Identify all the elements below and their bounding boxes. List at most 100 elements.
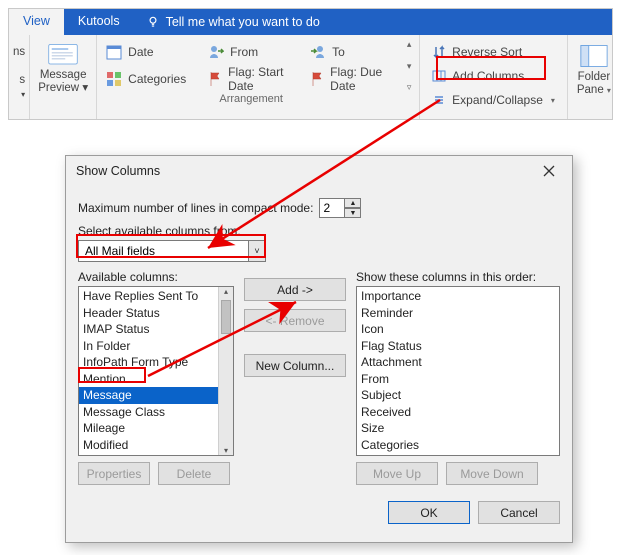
truncated-group-left: ns s ▾	[9, 35, 30, 119]
max-lines-spinner[interactable]: ▲▼	[319, 198, 361, 218]
show-item[interactable]: Importance	[357, 288, 559, 305]
trunc-text-2: s	[19, 74, 25, 86]
ribbon: View Kutools Tell me what you want to do…	[8, 8, 613, 120]
arrange-from[interactable]: From	[203, 39, 303, 64]
ok-button[interactable]: OK	[388, 501, 470, 524]
max-lines-input[interactable]	[319, 198, 345, 218]
available-item[interactable]: In Folder	[79, 338, 233, 355]
folder-pane-label: FolderPane ▾	[577, 71, 611, 97]
spin-down[interactable]: ▼	[345, 208, 361, 218]
add-button[interactable]: Add ->	[244, 278, 346, 301]
show-item[interactable]: Subject	[357, 387, 559, 404]
combo-drop-button[interactable]: ˅	[248, 240, 266, 262]
available-item[interactable]: Mileage	[79, 420, 233, 437]
close-icon	[543, 165, 555, 177]
calendar-icon	[106, 44, 122, 60]
show-item[interactable]: Reminder	[357, 305, 559, 322]
tab-bar: View Kutools Tell me what you want to do	[9, 9, 612, 35]
reverse-sort-button[interactable]: Reverse Sort	[428, 41, 559, 63]
flag-icon	[310, 71, 324, 87]
available-listbox[interactable]: Have Replies Sent ToHeader StatusIMAP St…	[78, 286, 234, 456]
available-item[interactable]: Mention	[79, 371, 233, 388]
arrangement-group-label: Arrangement	[219, 91, 283, 105]
available-item[interactable]: Offline Status	[79, 453, 233, 456]
arrangement-extra: Reverse Sort Add Columns Expand/Collapse…	[420, 35, 568, 119]
reverse-sort-label: Reverse Sort	[452, 45, 522, 59]
reverse-sort-icon	[432, 45, 446, 59]
dialog-titlebar: Show Columns	[66, 156, 572, 186]
close-button[interactable]	[534, 160, 564, 182]
expand-collapse-button[interactable]: Expand/Collapse▾	[428, 89, 559, 111]
show-item[interactable]: Size	[357, 420, 559, 437]
cancel-button[interactable]: Cancel	[478, 501, 560, 524]
show-item[interactable]: Categories	[357, 437, 559, 454]
message-preview-group: MessagePreview ▾	[30, 35, 97, 119]
remove-button[interactable]: <- Remove	[244, 309, 346, 332]
trunc-text-1: ns	[13, 46, 25, 58]
arrange-categories-label: Categories	[128, 72, 186, 86]
arrange-categories[interactable]: Categories	[101, 66, 201, 91]
show-item[interactable]: Icon	[357, 321, 559, 338]
flag-icon	[208, 71, 222, 87]
max-lines-label: Maximum number of lines in compact mode:	[78, 201, 313, 215]
arrange-flag-start[interactable]: Flag: Start Date	[203, 66, 303, 91]
folder-pane-icon	[580, 43, 608, 69]
select-from-value[interactable]	[78, 240, 248, 262]
arrange-flag-due-label: Flag: Due Date	[330, 65, 396, 93]
categories-icon	[106, 71, 122, 87]
available-item[interactable]: Have Replies Sent To	[79, 288, 233, 305]
move-down-button[interactable]: Move Down	[446, 462, 538, 485]
arrange-from-label: From	[230, 45, 258, 59]
arrange-flag-start-label: Flag: Start Date	[228, 65, 298, 93]
show-item[interactable]: Flag Status	[357, 338, 559, 355]
show-columns-dialog: Show Columns Maximum number of lines in …	[65, 155, 573, 543]
arrange-to[interactable]: To	[305, 39, 385, 64]
add-columns-button[interactable]: Add Columns	[428, 65, 559, 87]
show-listbox[interactable]: ImportanceReminderIconFlag StatusAttachm…	[356, 286, 560, 456]
tab-view[interactable]: View	[9, 9, 64, 35]
ribbon-body: ns s ▾ MessagePreview ▾ Date	[9, 35, 612, 119]
folder-pane-button[interactable]: FolderPane ▾	[572, 39, 616, 101]
select-from-combo[interactable]: ˅	[78, 240, 266, 262]
expand-collapse-icon	[432, 93, 446, 107]
properties-button[interactable]: Properties	[78, 462, 150, 485]
folder-pane-group: FolderPane ▾	[568, 35, 620, 119]
add-columns-icon	[432, 69, 446, 83]
arrange-to-label: To	[332, 45, 345, 59]
expand-collapse-label: Expand/Collapse	[452, 93, 543, 107]
tab-kutools[interactable]: Kutools	[64, 9, 134, 35]
available-item[interactable]: IMAP Status	[79, 321, 233, 338]
available-scrollbar[interactable]: ▴▾	[218, 287, 233, 455]
from-icon	[208, 44, 224, 60]
to-icon	[310, 44, 326, 60]
message-preview-button[interactable]: MessagePreview ▾	[34, 39, 92, 99]
arrange-date-label: Date	[128, 45, 153, 59]
arrange-flag-due[interactable]: Flag: Due Date	[305, 66, 401, 91]
arrangement-gallery[interactable]: Date From To	[101, 39, 401, 91]
tell-me[interactable]: Tell me what you want to do	[134, 9, 332, 35]
message-preview-label: MessagePreview ▾	[38, 69, 88, 95]
select-from-label: Select available columns from:	[78, 224, 241, 238]
show-item[interactable]: From	[357, 371, 559, 388]
gallery-side-buttons[interactable]: ▴▾▿	[403, 39, 415, 93]
show-item[interactable]: Received	[357, 404, 559, 421]
new-column-button[interactable]: New Column...	[244, 354, 346, 377]
show-item[interactable]: Attachment	[357, 354, 559, 371]
spin-up[interactable]: ▲	[345, 198, 361, 208]
show-order-label: Show these columns in this order:	[356, 270, 560, 284]
arrange-date[interactable]: Date	[101, 39, 201, 64]
available-item[interactable]: Message	[79, 387, 233, 404]
delete-button[interactable]: Delete	[158, 462, 230, 485]
arrangement-group: Date From To	[97, 35, 420, 119]
available-label: Available columns:	[78, 270, 234, 284]
available-item[interactable]: InfoPath Form Type	[79, 354, 233, 371]
dialog-title: Show Columns	[76, 164, 160, 178]
available-item[interactable]: Message Class	[79, 404, 233, 421]
available-item[interactable]: Header Status	[79, 305, 233, 322]
available-item[interactable]: Modified	[79, 437, 233, 454]
tell-me-label: Tell me what you want to do	[166, 15, 320, 29]
move-up-button[interactable]: Move Up	[356, 462, 438, 485]
add-columns-label: Add Columns	[452, 69, 524, 83]
lightbulb-icon	[146, 15, 160, 29]
message-preview-icon	[48, 43, 78, 67]
